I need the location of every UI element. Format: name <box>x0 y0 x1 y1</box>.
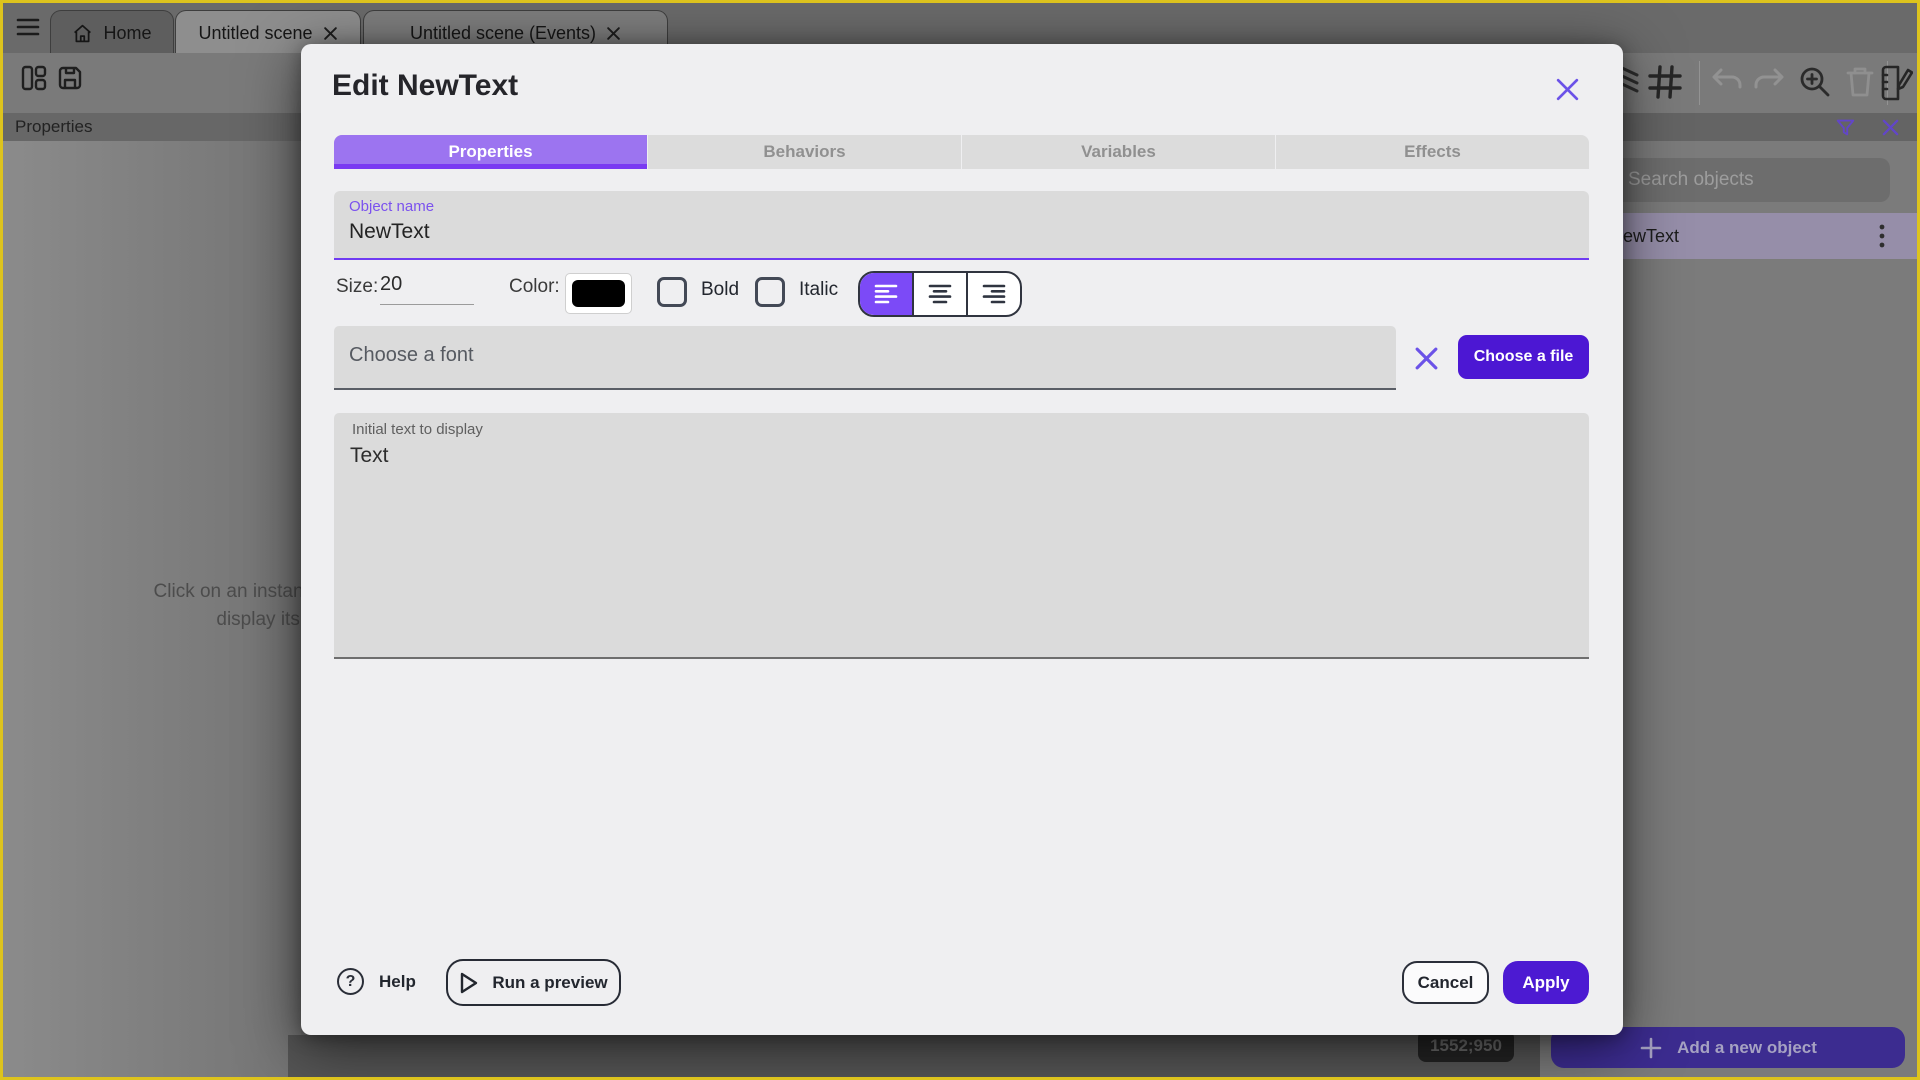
object-name-label: Object name <box>349 198 435 215</box>
zoom-in-button[interactable] <box>1797 64 1833 100</box>
properties-panel: Properties Click on an instance in the s… <box>3 113 452 1077</box>
clear-icon <box>1415 347 1438 370</box>
properties-panel-header: Properties <box>3 113 301 141</box>
apply-button[interactable]: Apply <box>1503 961 1589 1004</box>
clear-font-button[interactable] <box>1413 345 1440 372</box>
close-icon[interactable] <box>323 26 338 41</box>
tab-variables[interactable]: Variables <box>962 135 1276 169</box>
align-right-icon <box>982 284 1006 304</box>
italic-label: Italic <box>799 279 839 300</box>
choose-file-button[interactable]: Choose a file <box>1458 335 1589 379</box>
bold-label: Bold <box>701 279 740 300</box>
tab-behaviors[interactable]: Behaviors <box>648 135 962 169</box>
tab-effects[interactable]: Effects <box>1276 135 1589 169</box>
dialog-tab-bar: Properties Behaviors Variables Effects <box>334 135 1589 169</box>
color-label: Color: <box>509 276 560 297</box>
text-alignment-group <box>858 271 1022 317</box>
help-label: Help <box>379 971 416 991</box>
panel-layout-icon <box>21 65 47 91</box>
initial-text-label: Initial text to display <box>352 421 483 438</box>
undo-button[interactable] <box>1711 68 1743 94</box>
initial-text-field[interactable]: Initial text to display Text <box>334 413 1589 659</box>
hamburger-menu-button[interactable] <box>16 17 40 37</box>
close-icon <box>1556 78 1579 101</box>
dialog-close-button[interactable] <box>1554 76 1581 103</box>
dialog-title: Edit NewText <box>332 69 519 102</box>
tab-untitled-scene-label: Untitled scene <box>198 23 313 43</box>
tab-home[interactable]: Home <box>50 10 174 56</box>
run-preview-button[interactable]: Run a preview <box>446 959 621 1006</box>
scene-canvas[interactable] <box>288 1035 1542 1077</box>
tab-untitled-scene-events-label: Untitled scene (Events) <box>409 23 597 43</box>
align-left-icon <box>874 284 898 304</box>
color-swatch <box>572 280 625 307</box>
size-label: Size: <box>336 276 379 297</box>
object-name-field[interactable]: Object name NewText <box>334 191 1589 260</box>
zoom-in-icon <box>1800 67 1830 97</box>
add-new-object-label: Add a new object <box>1677 1037 1817 1057</box>
align-center-button[interactable] <box>914 273 968 315</box>
align-left-button[interactable] <box>860 273 914 315</box>
undo-icon <box>1712 68 1742 89</box>
save-button[interactable] <box>56 64 84 92</box>
plus-icon <box>1640 1037 1662 1058</box>
redo-button[interactable] <box>1753 68 1785 94</box>
close-panel-button[interactable] <box>1881 118 1900 137</box>
color-swatch-button[interactable] <box>565 273 632 314</box>
tab-properties[interactable]: Properties <box>334 135 648 169</box>
filter-button[interactable] <box>1836 118 1855 137</box>
close-icon[interactable] <box>606 26 621 41</box>
align-right-button[interactable] <box>968 273 1020 315</box>
filter-icon <box>1836 119 1855 136</box>
redo-icon <box>1754 68 1784 89</box>
initial-text-value: Text <box>350 444 389 467</box>
font-field[interactable]: Choose a font <box>334 326 1396 390</box>
align-center-icon <box>928 284 952 304</box>
bold-checkbox[interactable] <box>657 277 687 307</box>
font-field-placeholder: Choose a font <box>349 344 474 366</box>
home-icon <box>74 24 92 43</box>
object-name-value: NewText <box>349 220 430 243</box>
delete-button[interactable] <box>1845 65 1875 99</box>
save-icon <box>58 66 82 90</box>
italic-checkbox[interactable] <box>755 277 785 307</box>
kebab-menu-icon[interactable] <box>1879 223 1885 249</box>
edit-events-button[interactable] <box>1877 65 1913 101</box>
app-window: Home Untitled scene Untitled scene (Even… <box>0 0 1920 1080</box>
cancel-button[interactable]: Cancel <box>1402 961 1489 1004</box>
toolbar-divider <box>1699 61 1700 105</box>
hamburger-icon <box>16 18 40 36</box>
play-icon <box>461 972 478 993</box>
grid-button[interactable] <box>1648 65 1682 99</box>
help-icon: ? <box>337 968 364 995</box>
tab-home-label: Home <box>103 23 152 43</box>
size-input[interactable]: 20 <box>380 273 474 305</box>
panel-layout-button[interactable] <box>20 64 48 92</box>
close-icon <box>1882 119 1899 136</box>
edit-object-dialog: Edit NewText Properties Behaviors Variab… <box>301 44 1623 1035</box>
properties-panel-title: Properties <box>15 117 93 136</box>
help-button[interactable]: ? Help <box>337 968 416 995</box>
edit-events-icon <box>1881 65 1913 101</box>
trash-icon <box>1846 67 1874 97</box>
grid-icon <box>1648 65 1682 99</box>
